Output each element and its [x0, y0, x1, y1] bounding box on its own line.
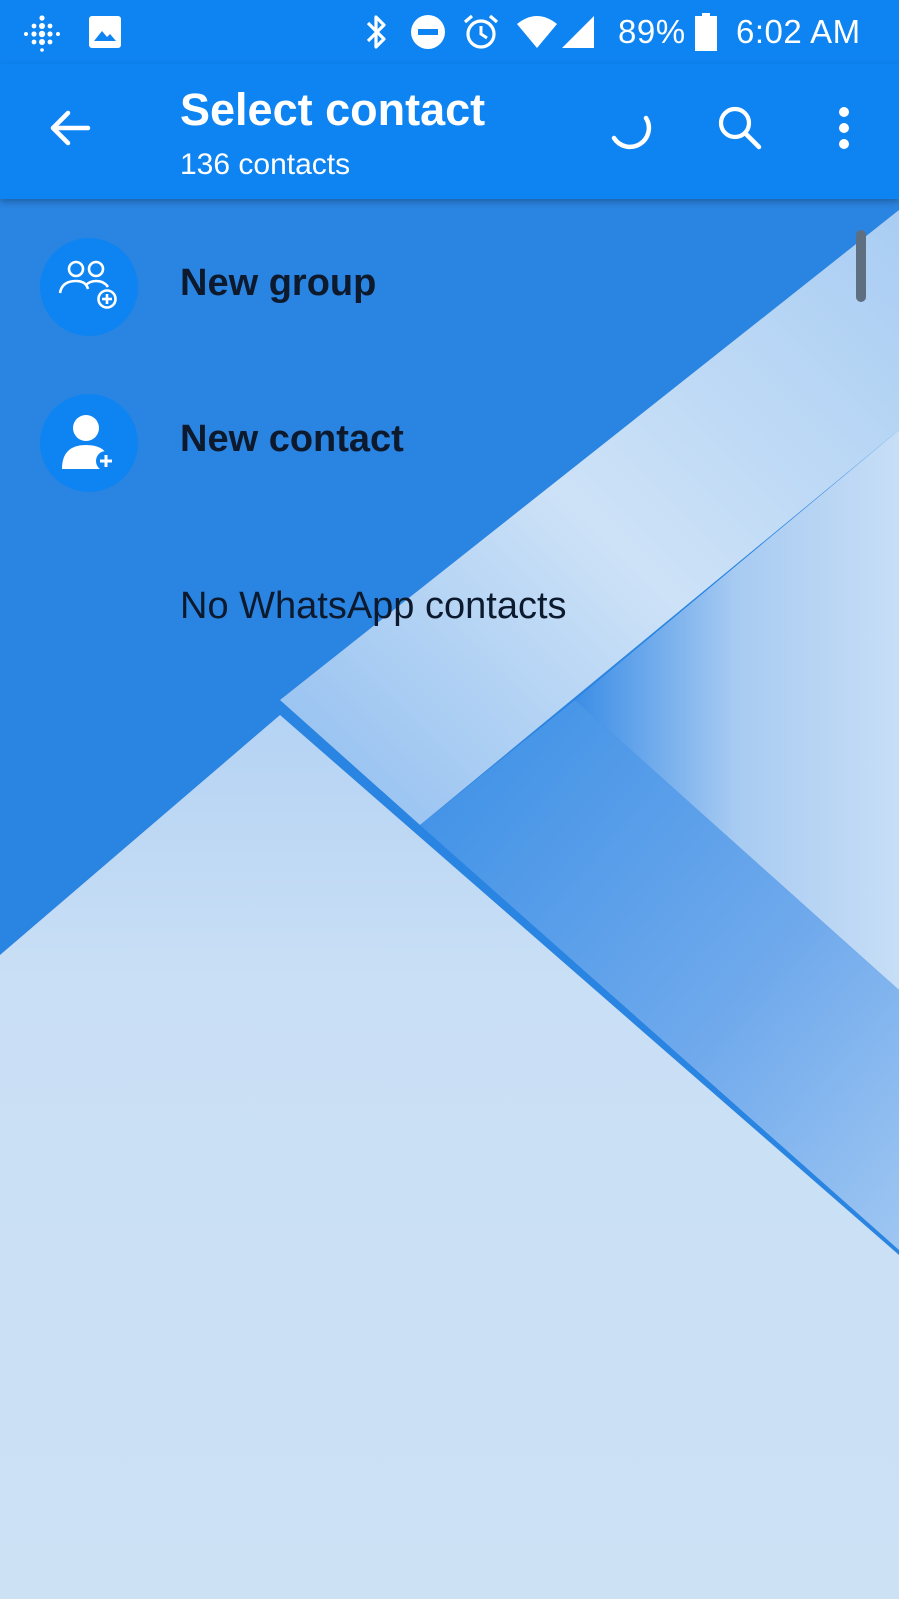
more-options-button[interactable]: [812, 96, 876, 160]
new-contact-item[interactable]: New contact: [0, 368, 899, 518]
person-add-icon: [62, 415, 116, 471]
clock: 6:02 AM: [736, 13, 861, 50]
scrollbar[interactable]: [856, 230, 866, 302]
search-icon: [718, 106, 762, 150]
more-options-icon: [839, 107, 849, 149]
app-bar: Select contact 136 contacts: [0, 64, 899, 199]
new-contact-avatar: [40, 394, 138, 492]
back-button[interactable]: [38, 96, 102, 160]
cell-signal-icon: [560, 10, 596, 54]
battery-icon: [694, 10, 718, 54]
back-arrow-icon: [50, 110, 91, 146]
contacts-count: 136 contacts: [180, 148, 351, 181]
battery-percent: 89%: [618, 13, 686, 50]
group-add-icon: [58, 260, 117, 309]
page-title: Select contact: [180, 84, 486, 135]
search-button[interactable]: [708, 96, 772, 160]
fitbit-icon: [22, 10, 62, 54]
do-not-disturb-icon: [410, 10, 446, 54]
loading-spinner: [598, 96, 662, 160]
new-group-label: New group: [180, 262, 377, 304]
new-group-item[interactable]: New group: [0, 212, 899, 362]
new-group-avatar: [40, 238, 138, 336]
wifi-icon: [516, 10, 558, 54]
image-icon: [88, 10, 122, 54]
bluetooth-icon: [364, 10, 390, 54]
new-contact-label: New contact: [180, 418, 404, 460]
empty-state-message: No WhatsApp contacts: [180, 585, 567, 627]
loading-spinner-icon: [611, 115, 652, 150]
status-bar: 89% 6:02 AM: [0, 0, 899, 64]
alarm-icon: [462, 10, 500, 54]
